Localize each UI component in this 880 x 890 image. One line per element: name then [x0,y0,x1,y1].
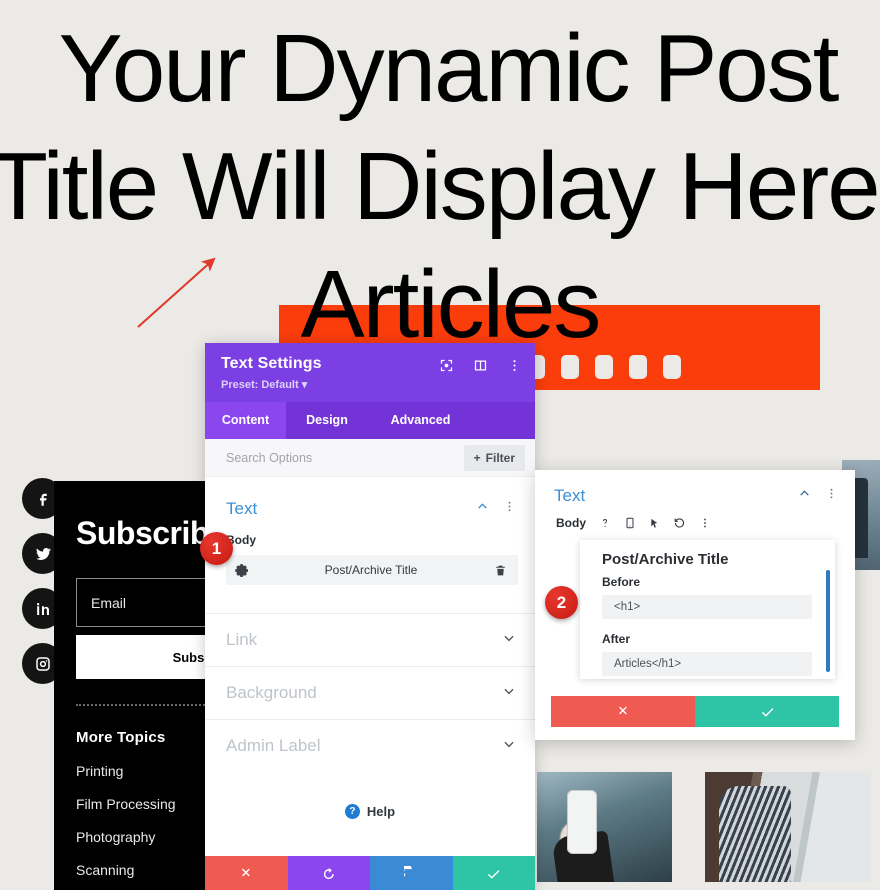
hero-line-2: Title Will Display Here [0,133,880,240]
dynamic-popup-header-icons [798,487,838,505]
settings-header: Text Settings Preset: Default ▾ [205,343,535,402]
settings-footer [205,856,535,890]
text-settings-panel: Text Settings Preset: Default ▾ Content … [205,343,535,890]
background-photo-window [705,772,871,882]
layout-icon[interactable] [472,357,488,373]
dynamic-popup-footer [551,696,839,727]
responsive-icon[interactable] [624,516,636,530]
chevron-down-icon[interactable] [502,631,516,650]
chevron-up-icon[interactable] [476,500,489,518]
trash-icon[interactable] [494,564,507,577]
red-arrow-annotation [137,257,216,328]
text-section-icons [476,500,516,518]
section-admin-label[interactable]: Admin Label [205,719,535,772]
body-label: Body [556,516,586,530]
settings-body: Text Body Post/Archive Title Link Backgr… [205,477,535,856]
step-badge-2: 2 [545,586,578,619]
search-row: Search Options + Filter [205,439,535,477]
hover-cursor-icon[interactable] [649,517,660,530]
tab-content[interactable]: Content [205,402,286,439]
search-input[interactable]: Search Options [226,451,312,465]
dynamic-popup-title: Text [554,486,586,505]
tab-design[interactable]: Design [286,402,368,439]
dynamic-content-row[interactable]: Post/Archive Title [226,555,518,585]
dynamic-content-card: Post/Archive Title Before <h1> After Art… [580,540,835,679]
help-button[interactable]: ? Help [205,772,535,819]
dynamic-content-value: Post/Archive Title [324,563,418,577]
section-background[interactable]: Background [205,666,535,719]
section-background-title: Background [226,683,317,702]
help-icon[interactable] [599,517,611,529]
help-icon: ? [344,804,360,819]
chevron-up-icon[interactable] [798,487,811,505]
more-vertical-icon[interactable] [506,357,522,373]
filter-button[interactable]: + Filter [463,444,525,471]
dynamic-card-title: Post/Archive Title [602,551,729,568]
section-link[interactable]: Link [205,613,535,666]
settings-header-icons [438,357,522,373]
dynamic-content-popup: Text Body Post/Archive Title Before <h1>… [535,470,855,740]
chevron-down-icon[interactable] [502,737,516,756]
email-placeholder: Email [91,594,127,611]
settings-tabs: Content Design Advanced [205,402,535,439]
before-label: Before [602,575,641,589]
cancel-button[interactable] [205,856,288,890]
gear-icon[interactable] [234,563,248,577]
dynamic-popup-header: Text [535,470,855,506]
save-button[interactable] [452,856,535,890]
step-badge-1: 1 [200,532,233,565]
chevron-down-icon[interactable] [502,684,516,703]
after-input[interactable]: Articles</h1> [602,652,812,676]
dynamic-popup-toolbar: Body [535,506,855,530]
undo-button[interactable] [287,856,370,890]
reset-icon[interactable] [673,517,686,530]
background-photo-phone [537,772,672,882]
screenshot-stage: Your Dynamic Post Title Will Display Her… [0,0,880,890]
hero-line-1: Your Dynamic Post [58,15,840,122]
help-label: Help [366,804,396,819]
popup-cancel-button[interactable] [551,696,695,727]
settings-preset[interactable]: Preset: Default ▾ [221,378,519,391]
body-field-label: Body [226,533,256,547]
before-input[interactable]: <h1> [602,595,812,619]
filter-label: Filter [485,450,515,465]
text-section-header[interactable]: Text [205,477,535,519]
more-vertical-icon[interactable] [825,487,838,505]
more-vertical-icon[interactable] [503,500,516,518]
after-label: After [602,632,631,646]
text-section-title: Text [226,499,258,518]
popup-save-button[interactable] [695,696,839,727]
section-link-title: Link [226,630,258,649]
tab-advanced[interactable]: Advanced [368,402,473,439]
plus-icon: + [473,450,481,465]
redo-button[interactable] [370,856,453,890]
fullscreen-icon[interactable] [438,357,454,373]
section-admin-label-title: Admin Label [226,736,321,755]
more-vertical-icon[interactable] [699,517,711,529]
popup-scrollbar[interactable] [826,570,830,672]
